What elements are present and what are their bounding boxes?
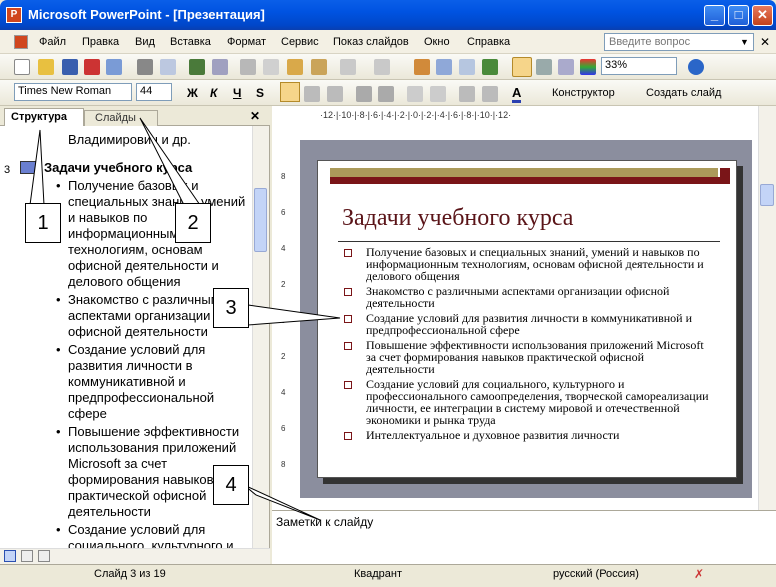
callout-4-pointer: [243, 484, 321, 521]
callout-2: 2: [175, 203, 211, 243]
callout-1-pointer: [29, 129, 45, 206]
callout-4: 4: [213, 465, 249, 505]
callout-3-pointer: [247, 304, 341, 326]
callout-1: 1: [25, 203, 61, 243]
callout-pointers: [29, 117, 341, 521]
callout-2-pointer: [139, 117, 201, 206]
callout-3: 3: [213, 288, 249, 328]
